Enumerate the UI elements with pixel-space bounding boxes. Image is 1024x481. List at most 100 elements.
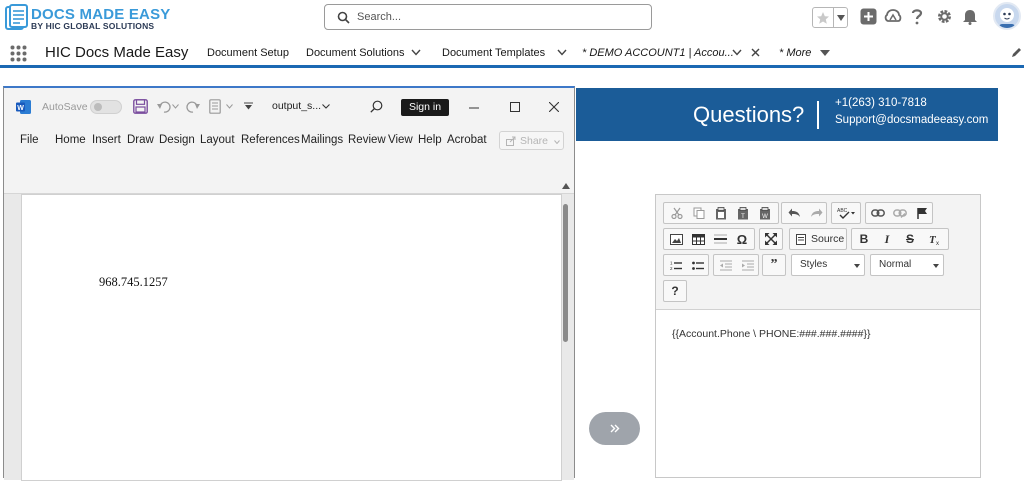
search-icon [337,11,350,24]
share-chevron-icon [554,140,560,144]
file-name-chevron-icon[interactable] [322,104,330,109]
paste-icon[interactable] [710,203,732,223]
remove-format-icon[interactable]: Tx [924,229,946,249]
support-email: Support@docsmadeeasy.com [835,114,989,126]
user-avatar[interactable] [993,2,1021,30]
word-app-icon: W [16,100,31,114]
increase-indent-icon[interactable] [737,255,759,275]
word-ribbon-tabs: File Home Insert Draw Design Layout Refe… [4,126,574,152]
copy-icon[interactable] [688,203,710,223]
styles-caret-down-icon [854,264,860,268]
scrollbar-thumb[interactable] [563,204,568,342]
questions-heading: Questions? [693,102,805,127]
favorites-list-chevron-icon[interactable] [836,14,846,22]
favorites-star-icon[interactable] [816,11,830,25]
generate-preview-button[interactable] [589,412,640,445]
tab-home[interactable]: Home [55,134,86,146]
anchor-flag-icon[interactable] [911,203,933,223]
banner-divider [817,101,819,129]
nav-item-document-templates[interactable]: Document Templates [442,47,545,59]
image-icon[interactable] [665,229,687,249]
sign-in-button[interactable]: Sign in [401,99,449,116]
customize-toolbar-icon[interactable] [244,102,253,110]
redo-icon[interactable] [186,100,200,113]
trailhead-icon[interactable] [884,8,902,25]
touch-mode-document-icon[interactable] [209,99,221,114]
file-name[interactable]: output_s... [272,100,321,112]
save-icon[interactable] [133,99,148,114]
numbered-list-icon[interactable]: 12 [665,255,687,275]
editor-content[interactable]: {{Account.Phone \ PHONE:###.###.####}} [672,328,871,340]
share-icon [506,136,516,146]
redo-icon[interactable] [805,203,827,223]
scroll-up-arrow-icon[interactable] [562,183,570,189]
link-icon[interactable] [867,203,889,223]
document-solutions-chevron-down-icon[interactable] [411,49,421,56]
document-page[interactable]: 968.745.1257 [21,194,562,481]
help-icon[interactable] [910,8,924,25]
nav-item-document-setup[interactable]: Document Setup [207,47,289,59]
notifications-bell-icon[interactable] [962,8,978,25]
special-character-omega-icon[interactable]: Ω [731,229,753,249]
vertical-scrollbar[interactable] [560,183,572,481]
decrease-indent-icon[interactable] [715,255,737,275]
edit-nav-pencil-icon[interactable] [1011,47,1022,58]
tab-help[interactable]: Help [418,134,442,146]
app-launcher-icon[interactable] [10,45,27,62]
source-button[interactable]: Source [789,228,847,250]
close-tab-icon[interactable] [751,48,760,57]
word-search-icon[interactable] [370,100,383,113]
bold-icon[interactable]: B [853,229,875,249]
undo-icon[interactable] [157,100,171,113]
paste-from-word-icon[interactable]: W [754,203,776,223]
links-group [865,202,933,224]
blockquote-icon[interactable]: ” [763,255,785,275]
global-search[interactable] [324,4,652,30]
undo-dropdown-chevron-icon[interactable] [172,104,179,109]
tab-layout[interactable]: Layout [200,134,235,146]
svg-text:ABC: ABC [837,208,848,214]
spellcheck-icon[interactable]: ABC [834,203,860,223]
strikethrough-icon[interactable]: S [899,229,921,249]
tab-review[interactable]: Review [348,134,386,146]
tab-insert[interactable]: Insert [92,134,121,146]
nav-item-demo-account-tab[interactable]: * DEMO ACCOUNT1 | Accou... [582,47,734,59]
horizontal-line-icon[interactable] [709,229,731,249]
support-banner: Questions? +1(263) 310-7818 Support@docs… [576,88,998,141]
italic-icon[interactable]: I [876,229,898,249]
close-icon[interactable] [549,102,559,112]
share-button[interactable]: Share [499,131,564,150]
autosave-toggle[interactable] [90,100,122,114]
format-dropdown[interactable]: Normal [870,254,944,276]
tab-view[interactable]: View [388,134,413,146]
editor-help-button[interactable]: ? [664,281,686,301]
table-icon[interactable] [687,229,709,249]
search-input[interactable] [357,8,637,26]
nav-item-more[interactable]: * More [779,47,811,59]
tab-draw[interactable]: Draw [127,134,154,146]
quick-access-chevron-icon[interactable] [226,104,233,109]
tab-design[interactable]: Design [159,134,195,146]
unlink-icon[interactable] [889,203,911,223]
tab-mailings[interactable]: Mailings [301,134,343,146]
share-label: Share [520,135,549,147]
tab-file[interactable]: File [20,134,39,146]
paste-text-icon[interactable]: T [732,203,754,223]
nav-item-document-solutions[interactable]: Document Solutions [306,47,404,59]
more-caret-down-icon[interactable] [820,50,830,56]
tab-acrobat[interactable]: Acrobat [447,134,487,146]
document-phone-text[interactable]: 968.745.1257 [99,275,168,290]
tab-references[interactable]: References [241,134,300,146]
demo-account-chevron-down-icon[interactable] [732,49,742,56]
maximize-icon[interactable] [510,102,520,112]
undo-icon[interactable] [783,203,805,223]
document-templates-chevron-down-icon[interactable] [557,49,567,56]
styles-dropdown[interactable]: Styles [791,254,865,276]
source-document-icon [796,234,806,245]
global-actions-add-icon[interactable] [860,8,877,25]
setup-gear-icon[interactable] [936,8,953,25]
minimize-icon[interactable] [469,107,479,109]
cut-icon[interactable] [666,203,688,223]
bulleted-list-icon[interactable] [687,255,709,275]
maximize-icon[interactable] [760,229,782,249]
